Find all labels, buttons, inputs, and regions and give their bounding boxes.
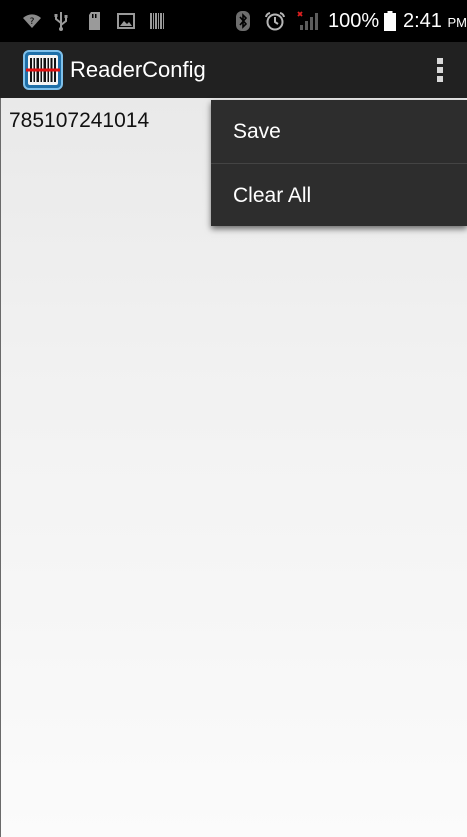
status-bar: ? 100% 2:41 PM	[0, 0, 467, 42]
svg-text:?: ?	[30, 17, 35, 27]
clock-ampm: PM	[447, 15, 467, 30]
menu-item-clear-all[interactable]: Clear All	[211, 164, 467, 227]
clock-time: 2:41	[403, 10, 442, 32]
barcode-icon	[150, 13, 164, 29]
usb-icon	[54, 12, 68, 31]
barcode-scanner-icon	[23, 50, 63, 90]
wifi-icon: ?	[23, 14, 41, 28]
signal-icon	[297, 11, 318, 30]
scan-result-text: 785107241014	[9, 109, 150, 132]
sd-card-icon	[89, 12, 100, 30]
menu-item-label: Save	[233, 120, 281, 143]
bluetooth-icon	[236, 11, 250, 31]
action-bar: ReaderConfig	[0, 42, 467, 98]
image-icon	[117, 13, 135, 29]
alarm-icon	[265, 12, 285, 31]
menu-item-label: Clear All	[233, 184, 312, 207]
menu-item-save[interactable]: Save	[211, 100, 467, 163]
clock: 2:41 PM	[403, 9, 467, 35]
battery-icon	[384, 11, 396, 31]
app-title: ReaderConfig	[70, 57, 206, 82]
battery-percent: 100%	[328, 10, 380, 32]
more-vert-icon[interactable]	[420, 50, 460, 90]
overflow-menu: Save Clear All	[211, 100, 467, 226]
